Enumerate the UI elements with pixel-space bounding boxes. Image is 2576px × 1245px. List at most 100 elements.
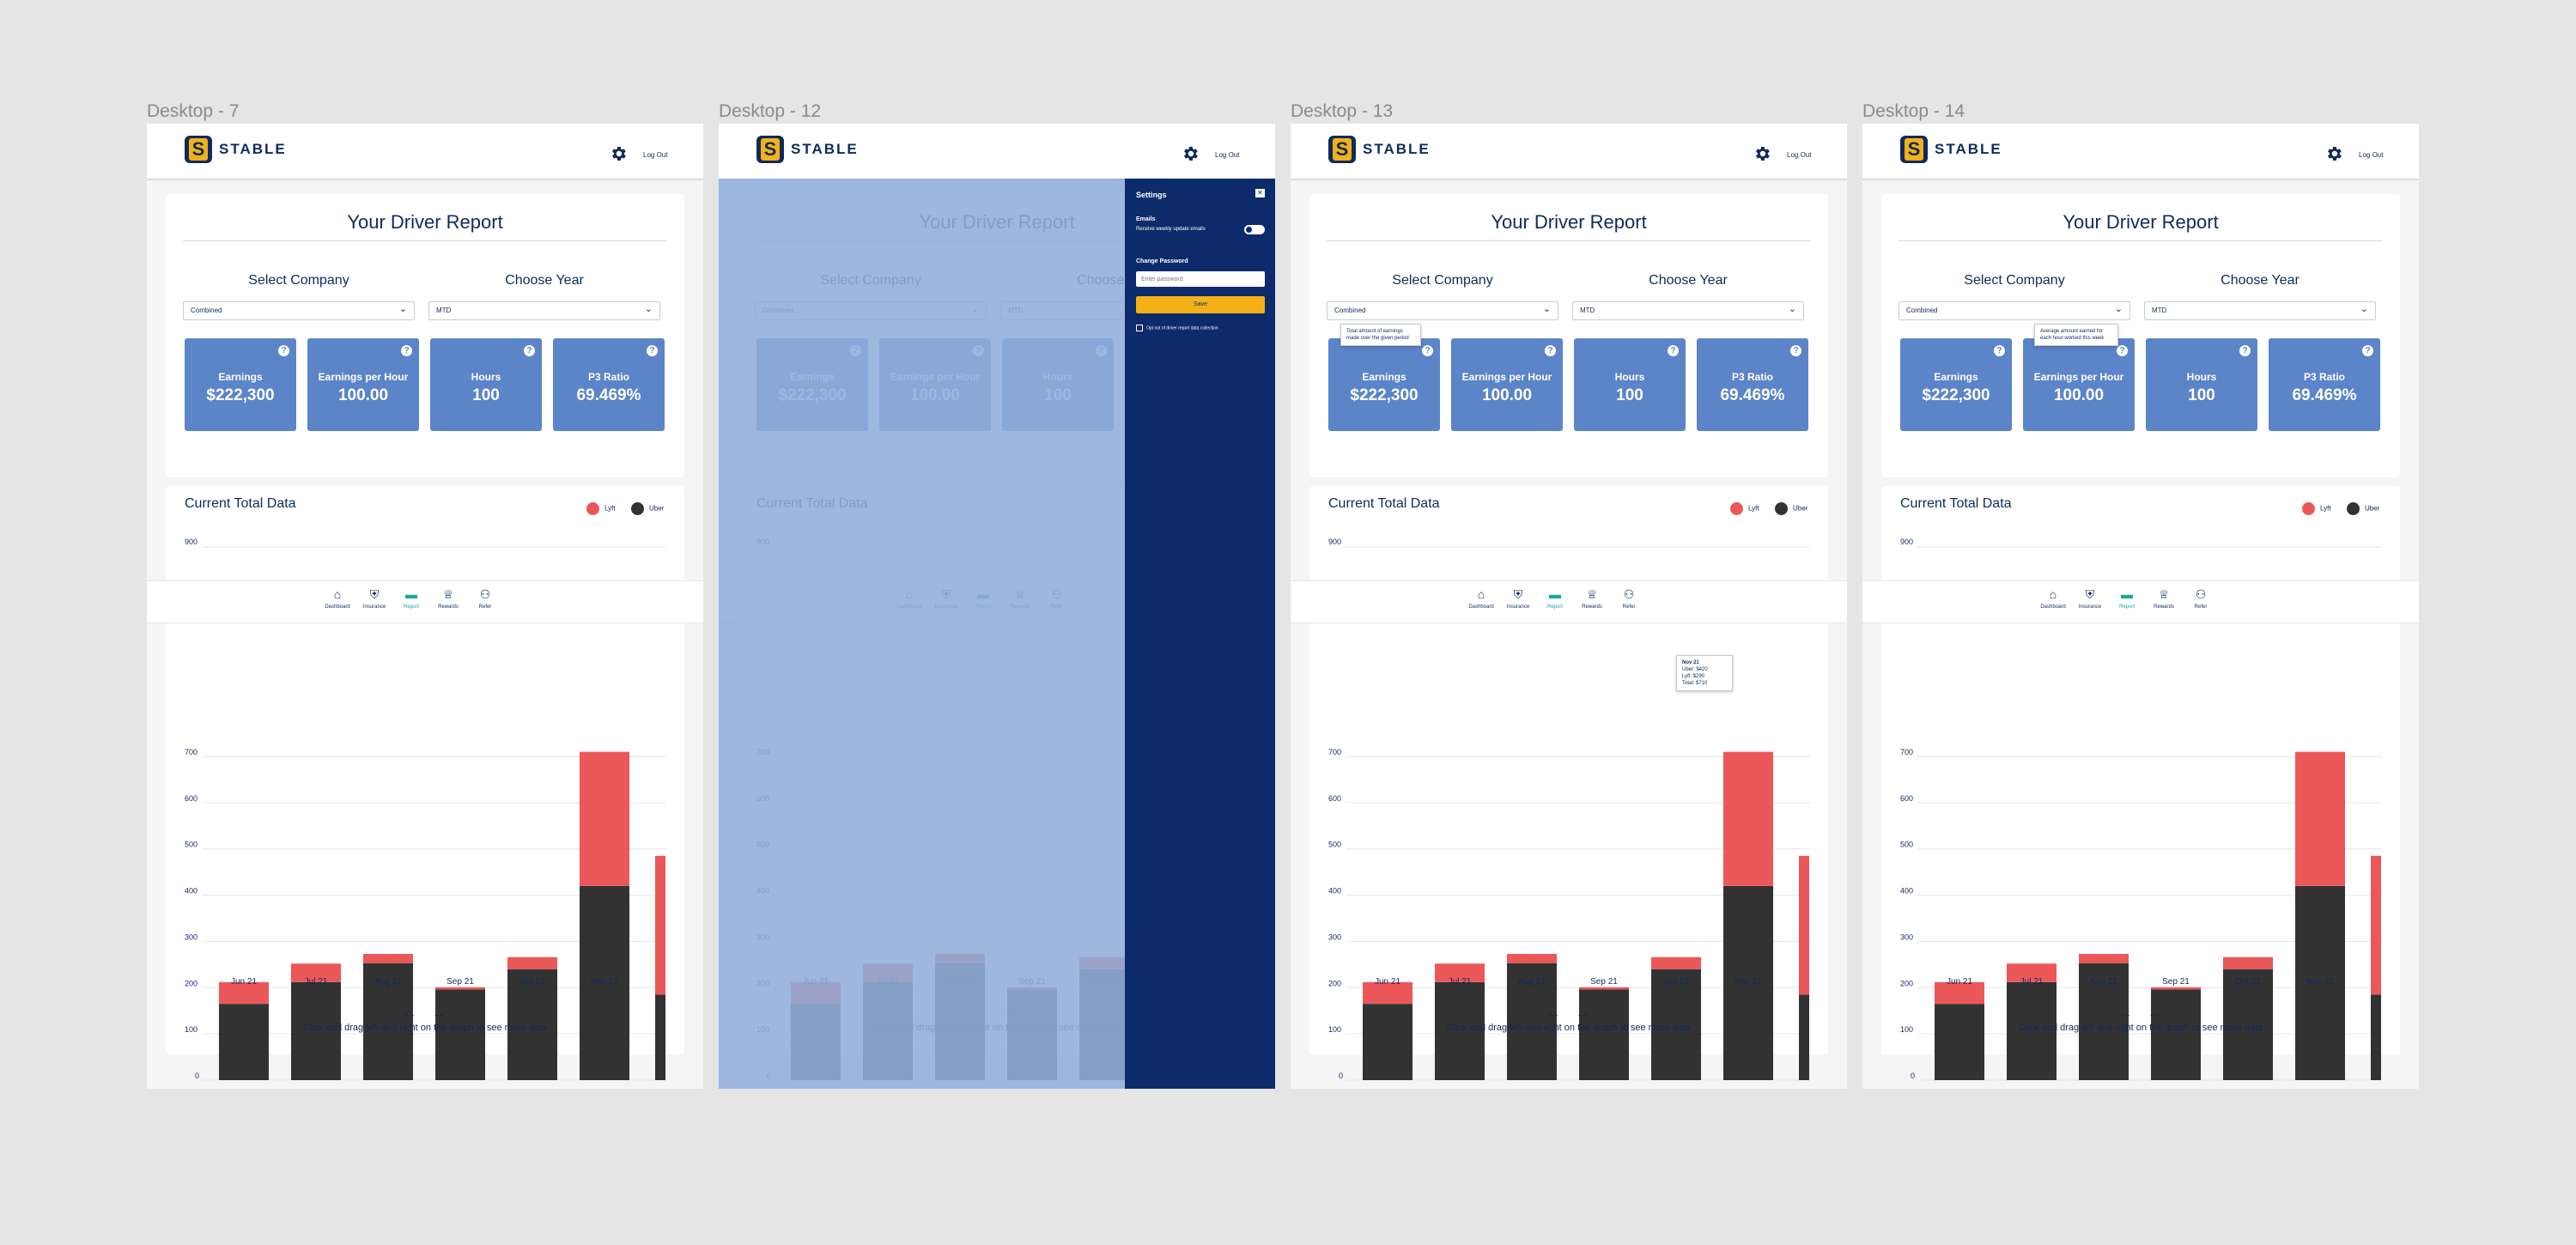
home-icon: ⌂ xyxy=(333,587,342,601)
home-icon: ⌂ xyxy=(1477,587,1485,601)
prev-arrow-icon[interactable]: ← xyxy=(1546,1006,1576,1021)
nav-label: Rewards xyxy=(1582,604,1602,610)
y-tick-label: 200 xyxy=(1900,979,1913,987)
nav-item-report[interactable]: ▬ Report xyxy=(1538,586,1572,610)
y-tick-label: 400 xyxy=(1328,887,1341,896)
tooltip-uber: Uber: $420 xyxy=(1682,667,1708,672)
nav-item-refer[interactable]: ⚇ Refer xyxy=(2184,586,2218,610)
nav-item-refer[interactable]: ⚇ Refer xyxy=(468,586,502,610)
bar-lyft-partial[interactable] xyxy=(655,855,665,995)
bar-uber-partial[interactable] xyxy=(655,994,665,1080)
x-tick-label: Sep 21 xyxy=(1590,977,1618,987)
nav-item-dashboard[interactable]: ⌂ Dashboard xyxy=(1464,586,1498,610)
change-password-label: Change Password xyxy=(1136,258,1188,264)
frame-label: Desktop - 12 xyxy=(719,101,822,121)
bar-uber[interactable] xyxy=(2151,989,2201,1080)
bar-lyft[interactable] xyxy=(580,751,629,886)
bar-uber-partial[interactable] xyxy=(1799,994,1809,1080)
next-arrow-icon[interactable]: → xyxy=(432,1006,461,1021)
app-frame: STABLE Log Out Your Driver Report Select… xyxy=(1291,124,1847,1089)
nav-item-dashboard[interactable]: ⌂ Dashboard xyxy=(320,586,355,610)
x-tick-label: Aug 21 xyxy=(2090,977,2117,987)
bar-lyft[interactable] xyxy=(1651,957,1701,969)
app-frame: STABLE Log Out Your Driver Report Select… xyxy=(719,124,1275,1089)
prev-arrow-icon[interactable]: ← xyxy=(2118,1006,2148,1021)
save-button[interactable]: Save xyxy=(1136,296,1265,313)
bar-uber-partial[interactable] xyxy=(2371,994,2381,1080)
bar-uber[interactable] xyxy=(435,989,485,1080)
bottom-nav: ⌂ Dashboard ⛨ Insurance ▬ Report ♕ Rewards ⚇ Refe… xyxy=(1291,580,1847,623)
y-tick-label: 0 xyxy=(195,1072,199,1080)
y-tick-label: 600 xyxy=(185,794,197,803)
bottom-nav: ⌂ Dashboard ⛨ Insurance ▬ Report ♕ Rewards ⚇ Refe… xyxy=(147,580,703,623)
y-tick-label: 900 xyxy=(1900,537,1913,546)
nav-item-report[interactable]: ▬ Report xyxy=(2110,586,2144,610)
x-tick-label: Jul 21 xyxy=(305,977,328,987)
x-tick-label: Nov 21 xyxy=(591,977,618,987)
bar-lyft[interactable] xyxy=(2295,751,2345,886)
bar-lyft-partial[interactable] xyxy=(2371,855,2381,995)
y-tick-label: 300 xyxy=(1900,932,1913,941)
next-arrow-icon[interactable]: → xyxy=(1576,1006,1605,1021)
shield-icon: ⛨ xyxy=(369,587,380,601)
bar-lyft[interactable] xyxy=(2223,957,2273,969)
bar-lyft[interactable] xyxy=(2079,953,2129,963)
bar-uber[interactable] xyxy=(1935,1004,1984,1080)
nav-item-insurance[interactable]: ⛨ Insurance xyxy=(2073,586,2107,610)
nav-label: Insurance xyxy=(362,604,386,610)
nav-label: Insurance xyxy=(2078,604,2102,610)
prev-arrow-icon[interactable]: ← xyxy=(403,1006,432,1021)
home-icon: ⌂ xyxy=(2049,587,2057,601)
optout-checkbox[interactable] xyxy=(1136,325,1143,331)
bar-uber[interactable] xyxy=(1363,1004,1413,1080)
y-tick-label: 700 xyxy=(1328,748,1341,756)
bar-uber[interactable] xyxy=(219,1004,269,1080)
modal-overlay[interactable] xyxy=(719,179,1125,1089)
weekly-emails-toggle[interactable] xyxy=(1244,225,1265,234)
y-tick-label: 200 xyxy=(185,979,197,987)
x-tick-label: Nov 21 xyxy=(1735,977,1762,987)
bar-lyft[interactable] xyxy=(1507,953,1557,963)
nav-label: Refer xyxy=(478,604,492,610)
weekly-emails-label: Receive weekly update emails xyxy=(1136,227,1206,232)
y-tick-label: 700 xyxy=(1900,748,1913,756)
nav-item-rewards[interactable]: ♕ Rewards xyxy=(2147,586,2181,610)
app-frame: STABLE Log Out Your Driver Report Select… xyxy=(147,124,703,1089)
settings-panel: Settings ✕ Emails Receive weekly update ema… xyxy=(1125,179,1275,1089)
frame-label: Desktop - 13 xyxy=(1291,101,1394,121)
bar-lyft[interactable] xyxy=(435,987,485,990)
nav-label: Dashboard xyxy=(325,604,350,610)
y-tick-label: 300 xyxy=(1328,932,1341,941)
y-tick-label: 0 xyxy=(1339,1072,1343,1080)
x-tick-label: Jul 21 xyxy=(1449,977,1472,987)
bar-lyft[interactable] xyxy=(1579,987,1629,990)
next-arrow-icon[interactable]: → xyxy=(2148,1006,2177,1021)
y-tick-label: 300 xyxy=(185,932,197,941)
close-icon[interactable]: ✕ xyxy=(1255,189,1265,197)
chart-pager: ←→ xyxy=(2118,1006,2177,1022)
bar-lyft-partial[interactable] xyxy=(1799,855,1809,995)
nav-item-rewards[interactable]: ♕ Rewards xyxy=(1575,586,1609,610)
optout-row[interactable]: Opt out of driver report data collection xyxy=(1136,325,1218,331)
bar-lyft[interactable] xyxy=(363,953,413,963)
nav-item-insurance[interactable]: ⛨ Insurance xyxy=(357,586,392,610)
y-tick-label: 600 xyxy=(1328,794,1341,803)
nav-item-report[interactable]: ▬ Report xyxy=(394,586,428,610)
earnings-tooltip: Total amount of earnings made over the g… xyxy=(1340,324,1421,346)
nav-item-refer[interactable]: ⚇ Refer xyxy=(1612,586,1646,610)
nav-item-dashboard[interactable]: ⌂ Dashboard xyxy=(2036,586,2070,610)
x-tick-label: Oct 21 xyxy=(519,977,545,987)
x-tick-label: Aug 21 xyxy=(1518,977,1546,987)
x-tick-label: Oct 21 xyxy=(1663,977,1689,987)
nav-item-rewards[interactable]: ♕ Rewards xyxy=(431,586,465,610)
frame-label: Desktop - 14 xyxy=(1862,101,1965,121)
bar-lyft[interactable] xyxy=(2151,987,2201,990)
password-input[interactable] xyxy=(1136,271,1265,287)
y-tick-label: 0 xyxy=(1911,1072,1915,1080)
app-frame: STABLE Log Out Your Driver Report Select… xyxy=(1862,124,2419,1089)
y-tick-label: 400 xyxy=(1900,887,1913,896)
nav-item-insurance[interactable]: ⛨ Insurance xyxy=(1501,586,1535,610)
bar-lyft[interactable] xyxy=(1723,751,1773,886)
bar-uber[interactable] xyxy=(1579,989,1629,1080)
bar-lyft[interactable] xyxy=(507,957,557,969)
